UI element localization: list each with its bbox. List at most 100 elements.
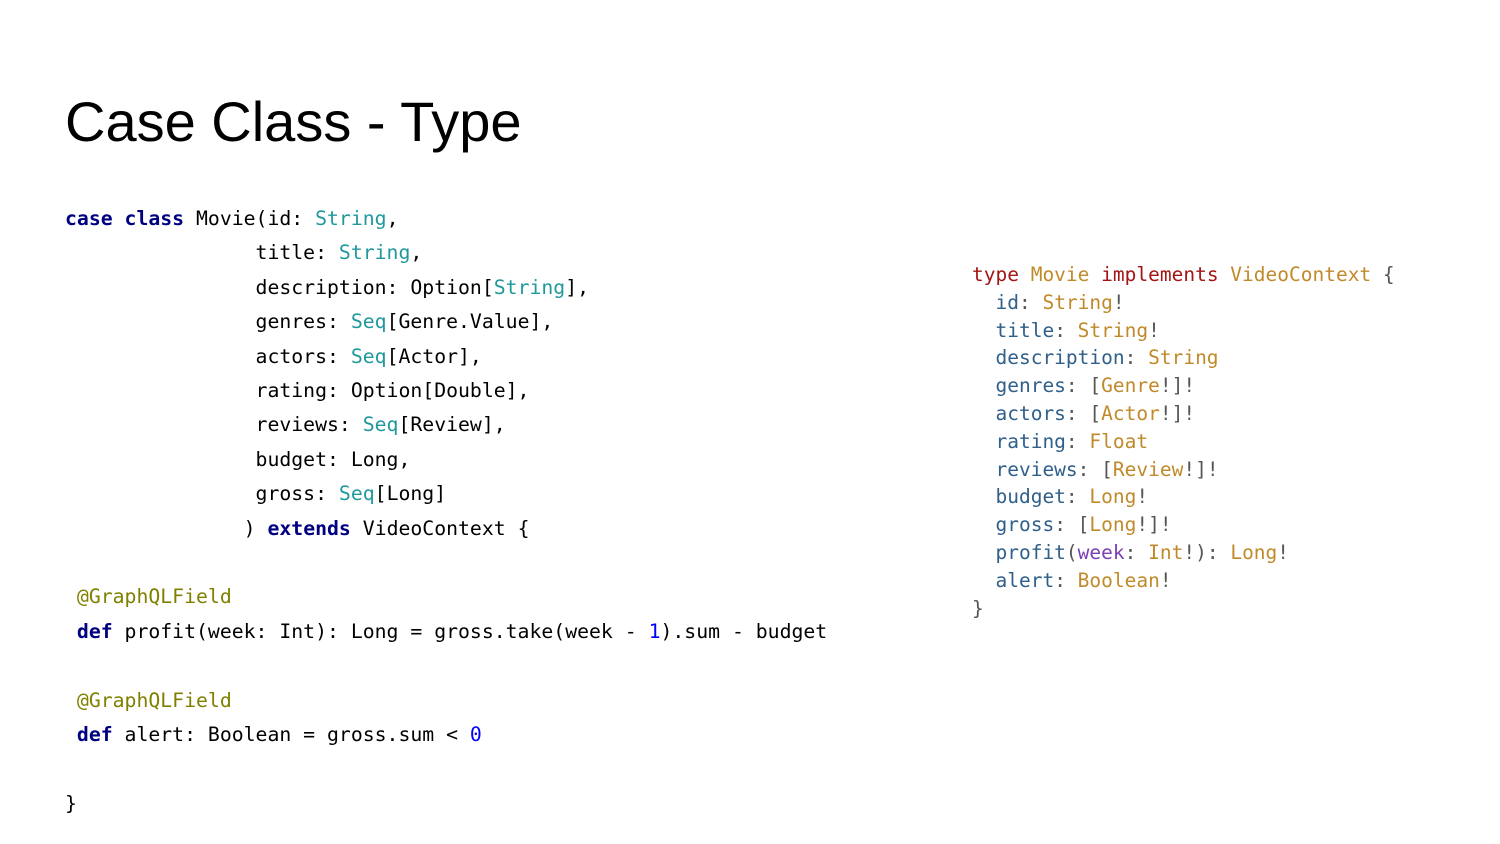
code-token: : (1054, 318, 1078, 342)
code-token: budget: Long, (65, 447, 411, 471)
code-token: ( (1065, 541, 1078, 564)
code-token: gross: (65, 482, 339, 506)
code-token: @GraphQLField (65, 585, 232, 609)
code-token: : [ (1065, 402, 1102, 425)
code-token: title (972, 318, 1055, 342)
code-token: !]! (1159, 374, 1196, 398)
code-token: Long (1230, 541, 1278, 564)
code-token: : (1065, 485, 1090, 509)
code-token: Genre (1101, 374, 1160, 398)
code-token: id (972, 290, 1019, 314)
code-token: String (1042, 290, 1113, 314)
code-token: ! (1159, 568, 1172, 592)
code-token: reviews (972, 457, 1078, 481)
code-token: ! (1148, 318, 1160, 342)
code-token: implements (1101, 263, 1231, 286)
code-token: extends (267, 516, 363, 540)
code-token: [Long] (374, 482, 447, 506)
scala-code-line: def alert: Boolean = gross.sum < 0 (65, 718, 482, 752)
code-token: def (65, 619, 125, 643)
code-token: Boolean (1077, 568, 1160, 592)
code-token: , (410, 241, 423, 265)
code-token: : [ (1054, 513, 1090, 537)
code-token: Review (1112, 457, 1184, 481)
code-token: : (1124, 541, 1149, 564)
code-token: Float (1089, 429, 1149, 453)
scala-code-line: def profit(week: Int): Long = gross.take… (65, 615, 827, 649)
code-token: !]! (1159, 402, 1196, 425)
code-token: Int (1148, 541, 1184, 564)
code-token: rating: Option[Double], (65, 379, 530, 402)
code-token: ! (1277, 541, 1290, 564)
code-token: rating (972, 429, 1066, 453)
code-token: budget (972, 485, 1066, 509)
graphql-code-line: id: String! (972, 289, 1124, 317)
scala-code-line: budget: Long, (65, 443, 411, 477)
code-token: } (972, 596, 984, 620)
graphql-code-line: rating: Float (972, 428, 1148, 456)
scala-code-line: ) extends VideoContext { (65, 512, 530, 546)
code-token: : [ (1077, 457, 1113, 481)
code-token: String (1148, 346, 1219, 370)
code-token: @GraphQLField (65, 688, 232, 712)
code-token: [Genre.Value], (386, 310, 554, 334)
code-token: String (1077, 318, 1149, 342)
code-token: Seq (338, 482, 375, 506)
scala-code-line: genres: Seq[Genre.Value], (65, 305, 554, 339)
code-token: : (1054, 568, 1078, 592)
scala-code-line: @GraphQLField (65, 580, 232, 614)
code-token: profit(week: Int): Long = gross.take(wee… (124, 619, 649, 643)
code-token: ! (1136, 485, 1149, 509)
scala-code-line: description: Option[String], (65, 271, 590, 305)
graphql-code-line: } (972, 595, 984, 623)
code-token: ).sum - budget (660, 619, 828, 643)
code-token: Movie (1030, 263, 1102, 286)
code-token: Seq (350, 310, 387, 334)
code-token: String (315, 207, 387, 230)
code-token: actors (972, 402, 1066, 425)
code-token: ], (565, 275, 590, 299)
graphql-code-line: reviews: [Review!]! (972, 456, 1219, 484)
graphql-code-line: budget: Long! (972, 483, 1148, 511)
scala-code-line: title: String, (65, 236, 423, 270)
graphql-code-line: gross: [Long!]! (972, 511, 1171, 539)
code-token: genres (972, 374, 1066, 398)
code-token: , (386, 207, 399, 230)
code-token: alert: Boolean = gross.sum < (124, 723, 470, 746)
code-token: alert (972, 568, 1055, 592)
code-token: : (1018, 290, 1043, 314)
code-token: !]! (1183, 457, 1219, 481)
code-token: Actor (1101, 402, 1160, 425)
graphql-code-line: type Movie implements VideoContext { (972, 261, 1395, 289)
code-token: String (493, 275, 566, 299)
scala-code-line: actors: Seq[Actor], (65, 340, 482, 374)
code-token: title: (65, 241, 339, 265)
scala-code-line: rating: Option[Double], (65, 374, 530, 408)
code-token: : (1124, 346, 1149, 370)
graphql-code-line: alert: Boolean! (972, 567, 1172, 595)
code-token: ) (65, 516, 268, 540)
code-token: actors: (65, 344, 351, 368)
code-token: : [ (1065, 374, 1102, 398)
code-token: { (1382, 263, 1395, 286)
scala-code-line: gross: Seq[Long] (65, 477, 447, 511)
code-token: reviews: (65, 413, 363, 437)
code-token: 0 (469, 723, 482, 746)
code-token: gross (972, 513, 1055, 537)
code-token: Long (1089, 485, 1137, 509)
code-token: !): (1183, 541, 1231, 564)
code-token: : (1065, 429, 1090, 453)
code-token: case class (65, 207, 197, 230)
scala-code-line: } (65, 787, 77, 821)
code-token: [Review], (398, 413, 506, 437)
code-token: } (65, 791, 77, 815)
scala-code-line: reviews: Seq[Review], (65, 408, 506, 442)
code-token: type (972, 263, 1031, 286)
code-token: profit (972, 541, 1066, 564)
graphql-code-line: description: String (972, 344, 1219, 372)
code-token: description: Option[ (65, 275, 494, 299)
code-token: Movie(id: (196, 207, 316, 230)
graphql-code-line: title: String! (972, 317, 1160, 345)
code-token: VideoContext { (362, 516, 530, 540)
scala-code-line: @GraphQLField (65, 684, 232, 718)
